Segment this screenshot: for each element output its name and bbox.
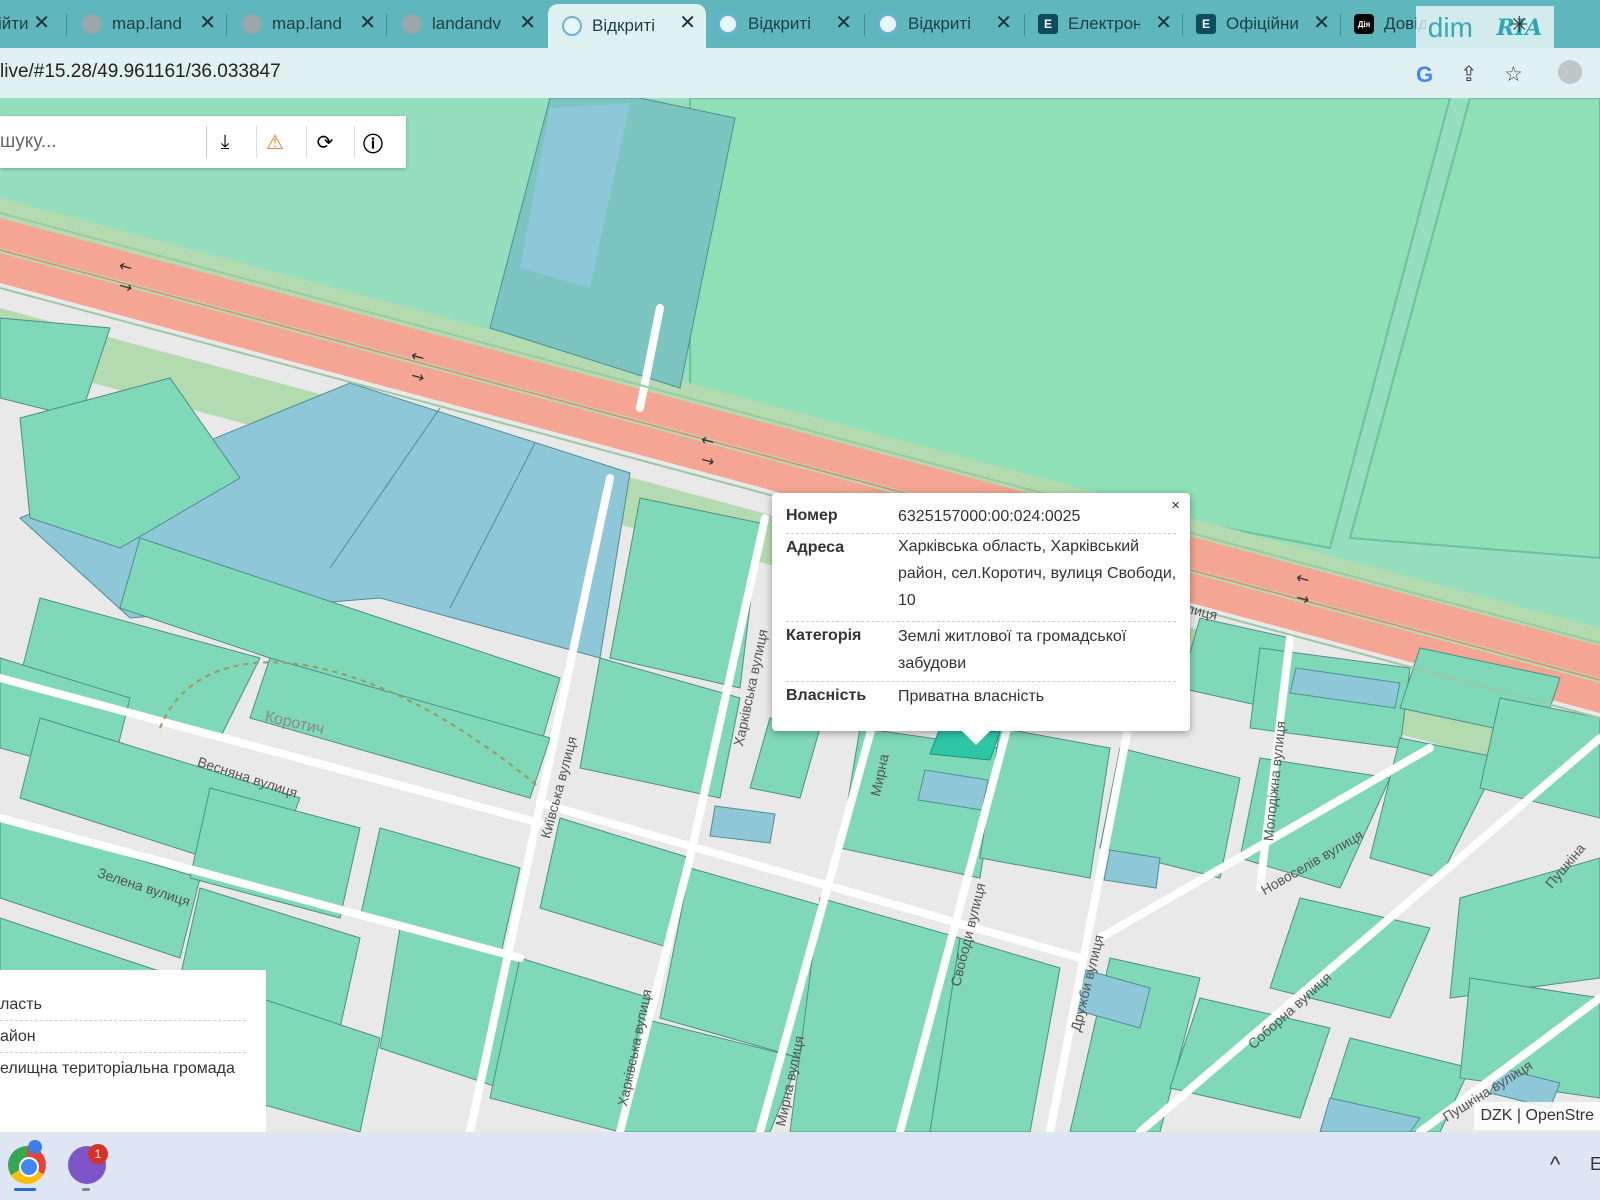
refresh-icon[interactable]: ⟳ <box>306 126 343 158</box>
tab-1[interactable]: map.land ✕ <box>74 4 226 44</box>
globe-icon <box>402 14 422 34</box>
tab-label: Офіційни <box>1226 14 1298 33</box>
close-icon[interactable]: ✕ <box>1155 13 1172 33</box>
tab-divider <box>1182 14 1183 36</box>
tab-label: Електрон <box>1068 14 1140 33</box>
admin-unit-hromada[interactable]: елищна територіальна громада <box>0 1054 246 1084</box>
os-taskbar: 1 ^ Е <box>0 1132 1600 1200</box>
map-search-panel: шуку... ⤓ ⚠ ⟳ ⓘ <box>0 116 406 168</box>
tab-0[interactable]: ійти ✕ <box>0 4 60 44</box>
tab-divider <box>864 14 865 36</box>
watermark-dim: dim <box>1427 12 1473 43</box>
close-icon[interactable]: ✕ <box>33 13 50 33</box>
popup-value: 6325157000:00:024:0025 <box>898 508 1081 525</box>
tab-label: Відкриті <box>748 14 811 33</box>
map-attribution[interactable]: DZK | OpenStre <box>1474 1102 1600 1130</box>
download-icon[interactable]: ⤓ <box>206 126 243 158</box>
tab-4-active[interactable]: Відкриті ✕ <box>548 4 706 48</box>
bookmark-star-icon[interactable]: ☆ <box>1504 62 1523 87</box>
tab-divider <box>66 14 67 36</box>
tab-8[interactable]: E Офіційни ✕ <box>1188 4 1340 44</box>
watermark-logo: dim RIA <box>1416 6 1554 50</box>
tab-label: Відкриті <box>908 14 971 33</box>
globe-icon <box>82 14 102 34</box>
address-bar: live/#15.28/49.961161/36.033847 G ⇪ ☆ <box>0 48 1600 98</box>
admin-units-panel: ласть айон елищна територіальна громада <box>0 970 266 1132</box>
tab-3[interactable]: landandv ✕ <box>394 4 546 44</box>
popup-value: Землі житлової та громадської забудови <box>898 628 1127 672</box>
map-app-icon <box>562 16 582 36</box>
map-app-icon <box>875 11 901 37</box>
close-icon[interactable]: ✕ <box>835 13 852 33</box>
share-icon[interactable]: ⇪ <box>1460 62 1478 87</box>
app-running-indicator <box>82 1188 90 1191</box>
tab-divider <box>1340 14 1341 36</box>
tab-label: Відкриті <box>592 16 655 35</box>
close-icon[interactable]: ✕ <box>1313 13 1330 33</box>
tab-6[interactable]: Відкриті ✕ <box>870 4 1022 44</box>
popup-pointer <box>962 731 990 745</box>
popup-row-category: Категорія Землі житлової та громадської … <box>786 621 1176 682</box>
globe-icon <box>242 14 262 34</box>
warning-icon[interactable]: ⚠ <box>256 126 293 158</box>
close-icon[interactable]: ✕ <box>359 13 376 33</box>
popup-key: Адреса <box>786 539 845 556</box>
tab-label: map.land <box>112 14 182 33</box>
e-letter-icon: E <box>1196 14 1216 34</box>
popup-row-ownership: Власність Приватна власність <box>786 681 1176 715</box>
chrome-center <box>19 1157 39 1177</box>
e-letter-icon: E <box>1038 14 1058 34</box>
parcel-info-popup: × Номер 6325157000:00:024:0025 Адреса Ха… <box>772 493 1190 745</box>
tab-divider <box>386 14 387 36</box>
map-app-icon <box>715 11 741 37</box>
tab-divider <box>226 14 227 36</box>
tab-label: landandv <box>432 14 502 33</box>
tab-label: map.land <box>272 14 342 33</box>
tab-5[interactable]: Відкриті ✕ <box>710 4 862 44</box>
map-view[interactable]: ← → ← → ← → ← → Коротич Весняна вулиця З… <box>0 98 1600 1132</box>
tab-divider <box>1024 14 1025 36</box>
popup-key: Номер <box>786 507 838 524</box>
popup-value: Приватна власність <box>898 688 1045 705</box>
info-icon[interactable]: ⓘ <box>354 126 391 158</box>
close-icon[interactable]: ✕ <box>679 13 696 33</box>
tab-7[interactable]: E Електрон ✕ <box>1030 4 1182 44</box>
close-icon[interactable]: ✕ <box>995 13 1012 33</box>
admin-unit-raion[interactable]: айон <box>0 1022 246 1053</box>
tab-label: ійти <box>0 14 29 33</box>
google-icon[interactable]: G <box>1416 62 1433 88</box>
active-app-indicator <box>14 1188 36 1191</box>
popup-key: Власність <box>786 687 867 704</box>
tab-2[interactable]: map.land ✕ <box>234 4 386 44</box>
search-input[interactable]: шуку... <box>0 131 57 153</box>
popup-row-address: Адреса Харківська область, Харківський р… <box>786 533 1176 622</box>
popup-key: Категорія <box>786 627 862 644</box>
new-tab-icon[interactable]: ✳ <box>1510 12 1528 38</box>
diia-icon: Дія <box>1354 14 1374 34</box>
profile-avatar[interactable] <box>1558 60 1582 84</box>
popup-value: Харківська область, Харківський район, с… <box>898 538 1177 609</box>
tab-strip: ійти ✕ map.land ✕ map.land ✕ landandv ✕ … <box>0 0 1600 50</box>
close-icon[interactable]: ✕ <box>519 13 536 33</box>
viber-notification-badge: 1 <box>88 1144 108 1164</box>
popup-row-number: Номер 6325157000:00:024:0025 <box>786 501 1176 534</box>
url-text[interactable]: live/#15.28/49.961161/36.033847 <box>0 61 281 83</box>
chrome-badge <box>28 1140 42 1154</box>
language-indicator[interactable]: Е <box>1590 1154 1600 1175</box>
chevron-up-icon[interactable]: ^ <box>1550 1152 1560 1178</box>
tab-9[interactable]: Дія Довід <box>1346 4 1426 44</box>
admin-unit-oblast[interactable]: ласть <box>0 990 246 1021</box>
close-icon[interactable]: ✕ <box>199 13 216 33</box>
chrome-icon[interactable] <box>8 1146 46 1184</box>
